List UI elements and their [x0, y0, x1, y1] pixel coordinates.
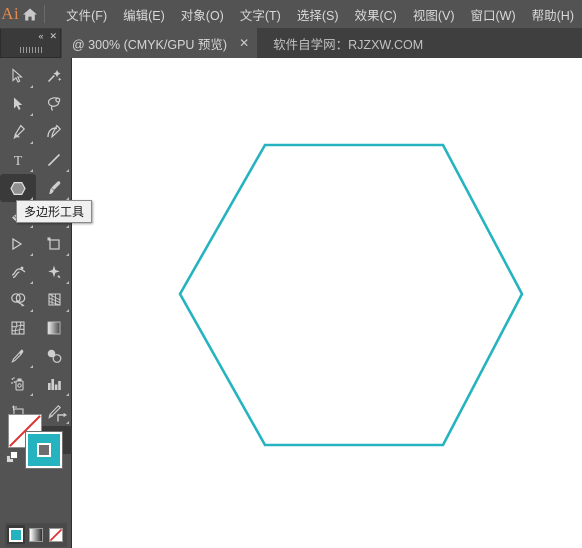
chevron-double-left-icon[interactable]: «: [38, 32, 43, 41]
blend-tool[interactable]: [36, 342, 72, 370]
document-tab[interactable]: @ 300% (CMYK/GPU 预览) ✕: [62, 28, 258, 58]
flyout-indicator-icon: [66, 169, 69, 172]
polygon-tool[interactable]: [0, 174, 36, 202]
color-mode-group: [5, 523, 67, 547]
toolbar-panel-header: « ✕: [0, 29, 61, 58]
flyout-indicator-icon: [66, 225, 69, 228]
svg-text:T: T: [14, 154, 23, 168]
grip-dots-icon: [19, 47, 42, 53]
curvature-tool[interactable]: [36, 118, 72, 146]
free-transform-tool[interactable]: [36, 258, 72, 286]
menu-window[interactable]: 窗口(W): [463, 1, 524, 28]
menu-type[interactable]: 文字(T): [232, 1, 289, 28]
flyout-indicator-icon: [30, 169, 33, 172]
lasso-tool[interactable]: [36, 90, 72, 118]
rotate-tool[interactable]: [0, 230, 36, 258]
type-tool[interactable]: T: [0, 146, 36, 174]
tools-grid: T: [0, 58, 72, 454]
menu-items: 文件(F) 编辑(E) 对象(O) 文字(T) 选择(S) 效果(C) 视图(V…: [58, 1, 582, 28]
flyout-indicator-icon: [30, 225, 33, 228]
flyout-indicator-icon: [30, 365, 33, 368]
hexagon-shape-svg: [178, 143, 524, 447]
menu-effect[interactable]: 效果(C): [346, 1, 404, 28]
flyout-indicator-icon: [30, 309, 33, 312]
gradient-icon: [29, 527, 43, 542]
flyout-indicator-icon: [30, 281, 33, 284]
selection-tool[interactable]: [0, 62, 36, 90]
flyout-indicator-icon: [30, 113, 33, 116]
menu-select[interactable]: 选择(S): [289, 1, 347, 28]
menubar-divider: [43, 5, 45, 23]
paintbrush-tool[interactable]: [36, 174, 72, 202]
tool-tooltip: 多边形工具: [16, 200, 93, 223]
mesh-tool[interactable]: [0, 314, 36, 342]
direct-selection-tool[interactable]: [0, 90, 36, 118]
flyout-indicator-icon: [66, 393, 69, 396]
flyout-indicator-icon: [30, 141, 33, 144]
magic-wand-tool[interactable]: [36, 62, 72, 90]
solid-color-icon: [9, 527, 23, 542]
none-color-icon: [49, 527, 63, 542]
menu-bar: Ai 文件(F) 编辑(E) 对象(O) 文字(T) 选择(S) 效果(C) 视…: [0, 0, 582, 28]
menu-view[interactable]: 视图(V): [405, 1, 463, 28]
color-swatch-none[interactable]: [47, 525, 65, 544]
line-segment-tool[interactable]: [36, 146, 72, 174]
home-icon[interactable]: [20, 0, 39, 28]
menu-edit[interactable]: 编辑(E): [115, 1, 173, 28]
default-fill-stroke-icon[interactable]: [6, 451, 19, 464]
swap-fill-stroke-icon[interactable]: [56, 412, 69, 424]
flyout-indicator-icon: [66, 253, 69, 256]
symbol-sprayer-tool[interactable]: [0, 370, 36, 398]
stroke-swatch-inner: [37, 443, 51, 457]
tools-panel: T: [0, 58, 72, 548]
menu-file[interactable]: 文件(F): [58, 1, 115, 28]
flyout-indicator-icon: [30, 253, 33, 256]
app-logo: Ai: [1, 4, 20, 23]
illustrator-window: Ai 文件(F) 编辑(E) 对象(O) 文字(T) 选择(S) 效果(C) 视…: [0, 0, 582, 548]
flyout-indicator-icon: [30, 85, 33, 88]
artboard-canvas[interactable]: [72, 58, 582, 548]
perspective-grid-tool[interactable]: [36, 286, 72, 314]
menu-object[interactable]: 对象(O): [173, 1, 232, 28]
toolbar-panel-controls: « ✕: [1, 29, 60, 44]
close-icon[interactable]: ✕: [49, 32, 57, 41]
menu-help[interactable]: 帮助(H): [524, 1, 582, 28]
watermark-text: 软件自学网：RJZXW.COM: [273, 37, 424, 52]
fill-stroke-control: [0, 410, 72, 480]
close-icon[interactable]: ✕: [239, 37, 249, 49]
document-tab-label: @ 300% (CMYK/GPU 预览): [72, 37, 228, 52]
color-swatch-gradient[interactable]: [27, 525, 45, 544]
pen-tool[interactable]: [0, 118, 36, 146]
drag-handle[interactable]: [1, 44, 60, 56]
column-graph-tool[interactable]: [36, 370, 72, 398]
width-tool[interactable]: [0, 258, 36, 286]
hexagon-shape[interactable]: [178, 143, 524, 447]
eyedropper-tool[interactable]: [0, 342, 36, 370]
document-tab-bar: @ 300% (CMYK/GPU 预览) ✕ 软件自学网：RJZXW.COM: [0, 28, 582, 58]
flyout-indicator-icon: [66, 281, 69, 284]
scale-tool[interactable]: [36, 230, 72, 258]
flyout-indicator-icon: [66, 309, 69, 312]
flyout-indicator-icon: [30, 393, 33, 396]
color-swatch-solid[interactable]: [7, 525, 25, 544]
gradient-tool[interactable]: [36, 314, 72, 342]
shape-builder-tool[interactable]: [0, 286, 36, 314]
stroke-swatch[interactable]: [26, 432, 62, 468]
